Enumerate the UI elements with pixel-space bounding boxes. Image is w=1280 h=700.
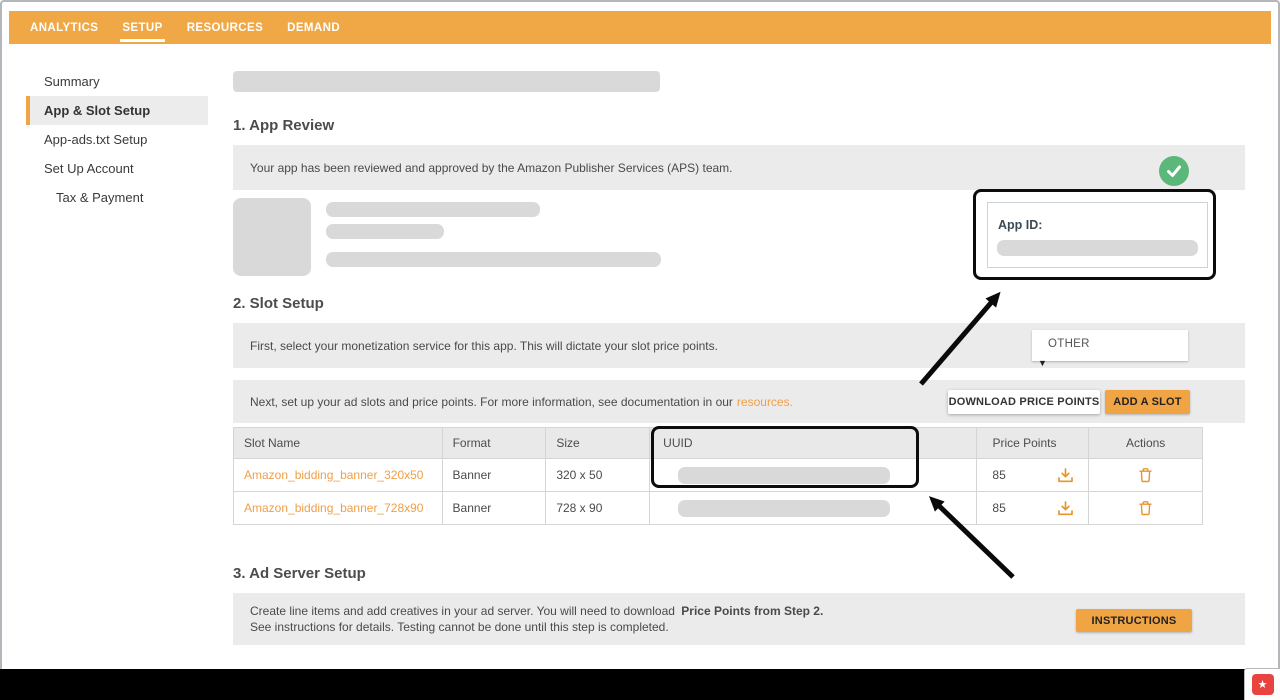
col-header-actions: Actions bbox=[1089, 428, 1202, 458]
download-icon[interactable] bbox=[1057, 468, 1074, 483]
browser-extension-badge[interactable]: ★ bbox=[1244, 668, 1280, 700]
download-price-points-button[interactable]: DOWNLOAD PRICE POINTS bbox=[948, 390, 1100, 414]
app-review-status-text: Your app has been reviewed and approved … bbox=[250, 161, 733, 175]
ad-server-line1-text: Create line items and add creatives in y… bbox=[250, 604, 675, 618]
sidebar-item-set-up-account[interactable]: Set Up Account bbox=[26, 154, 208, 183]
top-nav: ANALYTICS SETUP RESOURCES DEMAND bbox=[9, 11, 1271, 44]
star-extension-icon: ★ bbox=[1252, 674, 1274, 695]
redacted-app-id-value bbox=[997, 240, 1198, 256]
download-icon[interactable] bbox=[1057, 501, 1074, 516]
sidebar-item-summary[interactable]: Summary bbox=[26, 67, 208, 96]
slot-name-link[interactable]: Amazon_bidding_banner_320x50 bbox=[244, 468, 423, 482]
delete-icon[interactable] bbox=[1138, 500, 1153, 516]
col-header-uuid: UUID bbox=[650, 428, 977, 458]
monetization-service-value: OTHER bbox=[1048, 338, 1090, 350]
redacted-app-detail bbox=[326, 224, 444, 239]
redacted-app-url bbox=[326, 252, 661, 267]
sidebar-item-app-slot-setup[interactable]: App & Slot Setup bbox=[26, 96, 208, 125]
sidebar-item-tax-payment[interactable]: Tax & Payment bbox=[26, 183, 208, 212]
monetization-service-dropdown[interactable]: OTHER ▼ bbox=[1032, 330, 1188, 361]
price-points-value: 85 bbox=[992, 468, 1005, 482]
delete-icon[interactable] bbox=[1138, 467, 1153, 483]
resources-link[interactable]: resources. bbox=[737, 395, 793, 409]
slot-name-link[interactable]: Amazon_bidding_banner_728x90 bbox=[244, 501, 423, 515]
redacted-uuid bbox=[678, 467, 890, 484]
slot-size: 320 x 50 bbox=[546, 459, 650, 491]
redacted-uuid bbox=[678, 500, 890, 517]
app-id-label: App ID: bbox=[998, 218, 1042, 232]
col-header-price-points: Price Points bbox=[977, 428, 1089, 458]
slot-table-header-row: Slot Name Format Size UUID Price Points … bbox=[234, 428, 1202, 458]
col-header-slot-name: Slot Name bbox=[234, 428, 443, 458]
tab-setup[interactable]: SETUP bbox=[122, 11, 162, 44]
chevron-down-icon: ▼ bbox=[1038, 358, 1047, 368]
ad-server-line1-bold: Price Points from Step 2. bbox=[681, 604, 823, 618]
approved-check-icon bbox=[1159, 156, 1189, 186]
monetization-text: First, select your monetization service … bbox=[250, 339, 718, 353]
table-row: Amazon_bidding_banner_320x50 Banner 320 … bbox=[234, 458, 1202, 491]
redacted-page-title bbox=[233, 71, 660, 92]
slot-setup-heading: 2. Slot Setup bbox=[233, 295, 324, 312]
redacted-app-icon bbox=[233, 198, 311, 276]
col-header-size: Size bbox=[546, 428, 650, 458]
sidebar-item-app-ads-txt-setup[interactable]: App-ads.txt Setup bbox=[26, 125, 208, 154]
slot-table: Slot Name Format Size UUID Price Points … bbox=[233, 427, 1203, 525]
tab-demand[interactable]: DEMAND bbox=[287, 11, 340, 44]
price-points-value: 85 bbox=[992, 501, 1005, 515]
bottom-bar bbox=[0, 669, 1280, 700]
col-header-format: Format bbox=[443, 428, 547, 458]
tab-analytics[interactable]: ANALYTICS bbox=[30, 11, 98, 44]
slot-format: Banner bbox=[443, 492, 547, 524]
tab-resources[interactable]: RESOURCES bbox=[187, 11, 263, 44]
slots-text: Next, set up your ad slots and price poi… bbox=[250, 395, 733, 409]
instructions-button[interactable]: INSTRUCTIONS bbox=[1076, 609, 1192, 632]
ad-server-heading: 3. Ad Server Setup bbox=[233, 565, 366, 582]
slot-size: 728 x 90 bbox=[546, 492, 650, 524]
sidebar: Summary App & Slot Setup App-ads.txt Set… bbox=[0, 44, 225, 212]
redacted-app-name bbox=[326, 202, 540, 217]
app-review-heading: 1. App Review bbox=[233, 117, 334, 134]
table-row: Amazon_bidding_banner_728x90 Banner 728 … bbox=[234, 491, 1202, 524]
add-a-slot-button[interactable]: ADD A SLOT bbox=[1105, 390, 1190, 414]
slot-format: Banner bbox=[443, 459, 547, 491]
app-review-status-banner: Your app has been reviewed and approved … bbox=[233, 145, 1245, 190]
app-id-panel: App ID: bbox=[987, 202, 1208, 268]
appid-highlight-box: App ID: bbox=[973, 189, 1216, 280]
